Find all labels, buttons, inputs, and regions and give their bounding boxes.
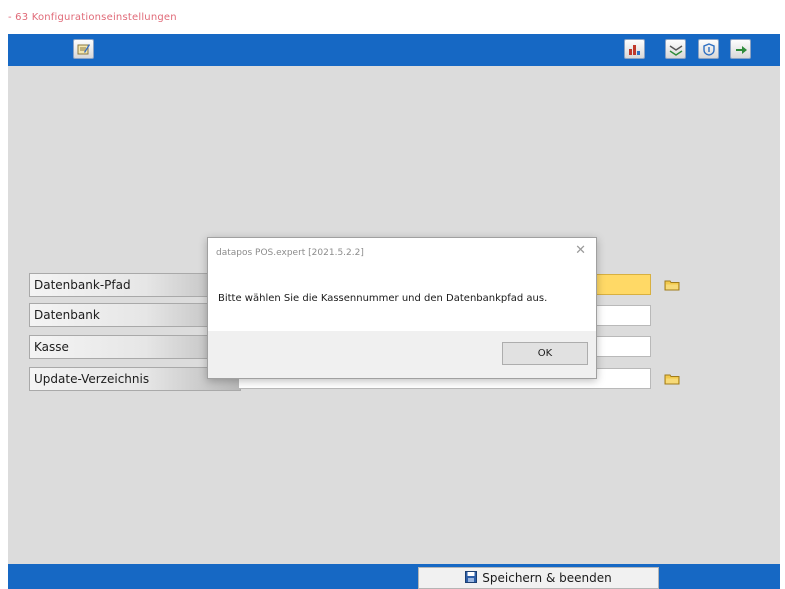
exit-button[interactable]	[730, 39, 751, 59]
chart-button[interactable]	[624, 39, 645, 59]
exit-icon	[734, 43, 748, 56]
bottom-bar	[8, 564, 780, 589]
dialog-message: Bitte wählen Sie die Kassennummer und de…	[218, 293, 548, 304]
settings-icon	[77, 43, 91, 56]
dialog-footer: OK	[208, 331, 596, 378]
update-directory-browse-button[interactable]	[661, 370, 683, 388]
window-title: - 63 Konfigurationseinstellungen	[8, 12, 177, 23]
save-and-exit-label: Speichern & beenden	[482, 571, 612, 585]
message-dialog: datapos POS.expert [2021.5.2.2] ✕ Bitte …	[207, 237, 597, 379]
window-titlebar: - 63 Konfigurationseinstellungen	[0, 0, 785, 34]
dialog-title: datapos POS.expert [2021.5.2.2]	[216, 248, 364, 258]
settings-button[interactable]	[73, 39, 94, 59]
database-path-browse-button[interactable]	[661, 276, 683, 294]
folder-icon	[664, 276, 680, 295]
dialog-close-icon[interactable]: ✕	[575, 244, 586, 258]
folder-icon	[664, 370, 680, 389]
save-and-exit-button[interactable]: Speichern & beenden	[418, 567, 659, 589]
save-icon	[465, 570, 482, 586]
export-button[interactable]	[665, 39, 686, 59]
shield-icon	[702, 42, 716, 56]
export-icon	[669, 43, 683, 56]
top-toolbar	[8, 34, 780, 66]
ok-button[interactable]: OK	[502, 342, 588, 365]
shield-button[interactable]	[698, 39, 719, 59]
chart-icon	[628, 43, 642, 56]
